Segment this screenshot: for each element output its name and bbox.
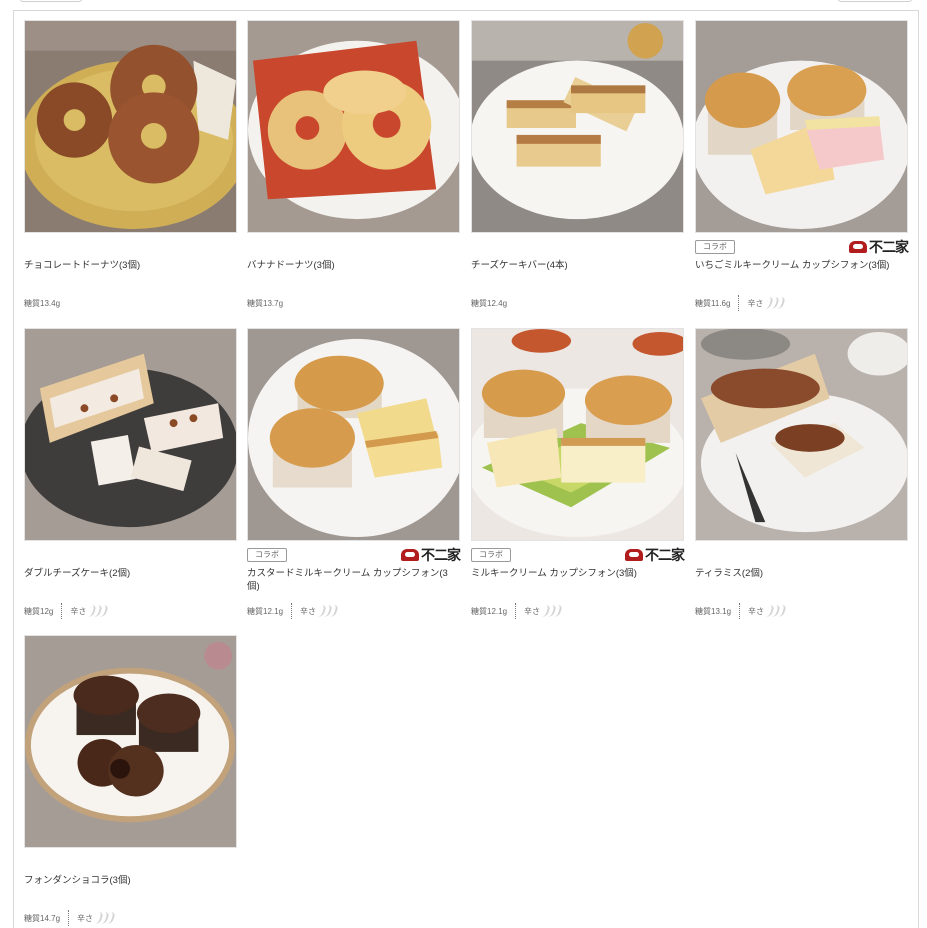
spiciness-indicator: 辛さ — [524, 605, 563, 617]
chili-pepper-icon — [95, 912, 116, 924]
fujiya-logo-mark-icon — [401, 549, 419, 561]
product-photo-cheesecake-bars[interactable] — [471, 20, 684, 233]
product-photo-custard-cup-chiffon[interactable] — [247, 328, 460, 541]
product-card[interactable]: チョコレートドーナツ(3個) 糖質13.4g — [24, 20, 237, 313]
product-name[interactable]: カスタードミルキークリーム カップシフォン(3個) — [247, 565, 460, 601]
collab-badge: コラボ — [471, 548, 511, 562]
top-left-button[interactable] — [20, 0, 82, 2]
spiciness-indicator: 辛さ — [70, 605, 110, 617]
stats-divider — [515, 603, 517, 619]
product-name[interactable]: ティラミス(2個) — [695, 565, 908, 601]
chili-pepper-icon — [542, 605, 563, 617]
sugar-content: 糖質13.1g — [695, 606, 732, 616]
product-meta-row: コラボ 不二家 — [695, 237, 909, 257]
product-meta-row — [471, 237, 684, 257]
product-card[interactable]: コラボ 不二家 いちごミルキークリーム カップシフォン(3個) 糖質11.6g … — [695, 20, 909, 313]
product-photo-banana-donuts[interactable] — [247, 20, 460, 233]
product-card[interactable]: ダブルチーズケーキ(2個) 糖質12g 辛さ — [24, 328, 237, 621]
sugar-content: 糖質11.6g — [695, 298, 731, 308]
product-stats: 糖質13.1g 辛さ — [695, 601, 908, 621]
sugar-content: 糖質14.7g — [24, 913, 61, 923]
sugar-content: 糖質13.7g — [247, 298, 284, 308]
product-photo-milky-cup-chiffon[interactable] — [471, 328, 684, 541]
chili-pepper-icon — [88, 605, 110, 617]
sugar-content: 糖質13.4g — [24, 298, 61, 308]
product-photo-chocolate-donuts[interactable] — [24, 20, 237, 233]
product-card[interactable]: チーズケーキバー(4本) 糖質12.4g — [471, 20, 684, 313]
spiciness-indicator: 辛さ — [748, 605, 787, 617]
chili-pepper-icon — [318, 605, 339, 617]
product-stats: 糖質12.1g 辛さ — [471, 601, 684, 621]
product-photo-tiramisu[interactable] — [695, 328, 908, 541]
stats-divider — [739, 603, 741, 619]
product-name[interactable]: バナナドーナツ(3個) — [247, 257, 460, 293]
product-stats: 糖質13.7g — [247, 293, 460, 313]
top-right-button[interactable] — [838, 0, 912, 2]
product-photo-fondant-chocolat[interactable] — [24, 635, 237, 848]
product-stats: 糖質13.4g — [24, 293, 237, 313]
product-name[interactable]: いちごミルキークリーム カップシフォン(3個) — [695, 257, 908, 293]
sugar-content: 糖質12.1g — [247, 606, 284, 616]
fujiya-logo: 不二家 — [625, 547, 685, 564]
stats-divider — [68, 910, 70, 926]
product-meta-row — [247, 237, 460, 257]
product-name[interactable]: フォンダンショコラ(3個) — [24, 872, 237, 908]
spiciness-indicator: 辛さ — [77, 912, 116, 924]
product-meta-row — [24, 545, 237, 565]
product-card[interactable]: コラボ 不二家 カスタードミルキークリーム カップシフォン(3個) 糖質12.1… — [247, 328, 461, 621]
product-name[interactable]: ミルキークリーム カップシフォン(3個) — [471, 565, 684, 601]
spiciness-indicator: 辛さ — [300, 605, 339, 617]
product-name[interactable]: ダブルチーズケーキ(2個) — [24, 565, 237, 601]
product-card[interactable]: バナナドーナツ(3個) 糖質13.7g — [247, 20, 460, 313]
sugar-content: 糖質12g — [24, 606, 54, 616]
stats-divider — [291, 603, 293, 619]
product-card[interactable]: フォンダンショコラ(3個) 糖質14.7g 辛さ — [24, 635, 237, 928]
spiciness-indicator: 辛さ — [747, 297, 787, 309]
collab-badge: コラボ — [695, 240, 735, 254]
sugar-content: 糖質12.1g — [471, 606, 508, 616]
product-name[interactable]: チーズケーキバー(4本) — [471, 257, 684, 293]
product-meta-row — [695, 545, 908, 565]
product-meta-row — [24, 237, 237, 257]
product-name[interactable]: チョコレートドーナツ(3個) — [24, 257, 237, 293]
product-stats: 糖質12.4g — [471, 293, 684, 313]
fujiya-logo: 不二家 — [401, 547, 461, 564]
product-stats: 糖質14.7g 辛さ — [24, 908, 237, 928]
product-meta-row: コラボ 不二家 — [471, 545, 685, 565]
product-stats: 糖質11.6g 辛さ — [695, 293, 908, 313]
stats-divider — [738, 295, 740, 311]
product-meta-row — [24, 852, 237, 872]
collab-badge: コラボ — [247, 548, 287, 562]
product-meta-row: コラボ 不二家 — [247, 545, 461, 565]
chili-pepper-icon — [766, 605, 787, 617]
product-card[interactable]: ティラミス(2個) 糖質13.1g 辛さ — [695, 328, 908, 621]
product-photo-double-cheesecake[interactable] — [24, 328, 237, 541]
fujiya-logo: 不二家 — [849, 239, 909, 256]
product-stats: 糖質12.1g 辛さ — [247, 601, 460, 621]
product-stats: 糖質12g 辛さ — [24, 601, 237, 621]
chili-pepper-icon — [765, 297, 787, 309]
product-photo-strawberry-cup-chiffon[interactable] — [695, 20, 908, 233]
product-card[interactable]: コラボ 不二家 ミルキークリーム カップシフォン(3個) 糖質12.1g 辛さ — [471, 328, 685, 621]
fujiya-logo-mark-icon — [849, 241, 867, 253]
sugar-content: 糖質12.4g — [471, 298, 508, 308]
stats-divider — [61, 603, 63, 619]
fujiya-logo-mark-icon — [625, 549, 643, 561]
